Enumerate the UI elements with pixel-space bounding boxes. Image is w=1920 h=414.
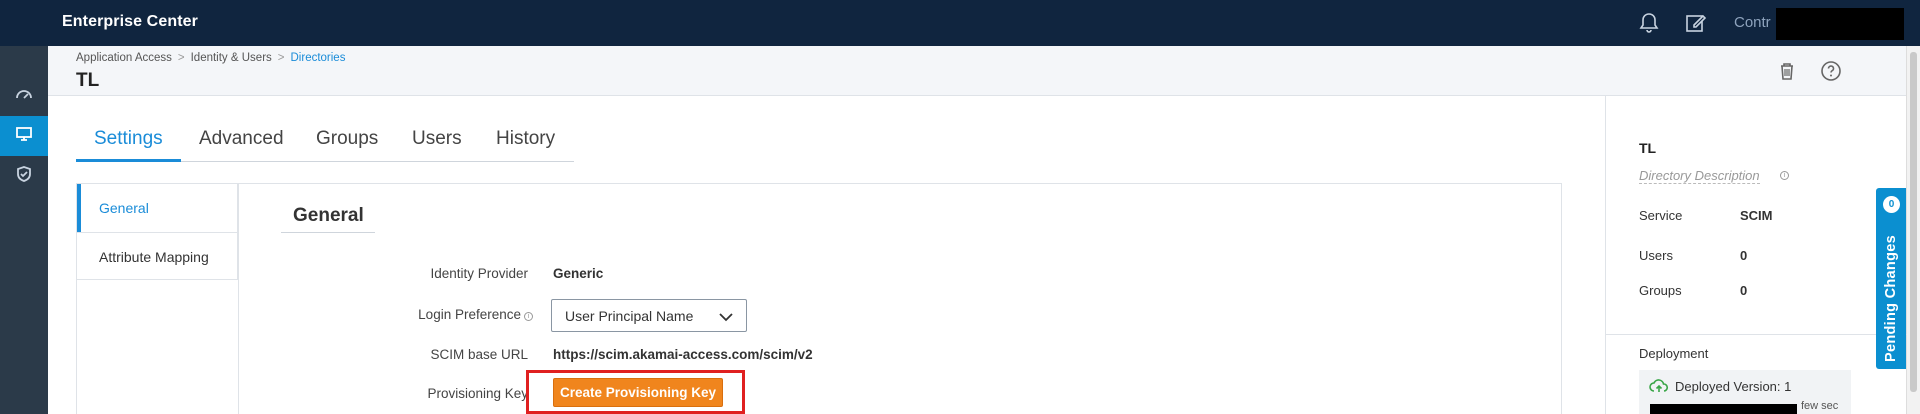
directory-description-field[interactable]: Directory Description — [1639, 168, 1760, 184]
service-value: SCIM — [1740, 208, 1773, 223]
pending-changes-count: 0 — [1883, 196, 1900, 213]
left-rail — [0, 46, 48, 414]
tab-groups[interactable]: Groups — [316, 128, 378, 150]
page-title: TL — [76, 70, 100, 91]
settings-card: General Attribute Mapping General Identi… — [76, 183, 1562, 414]
users-value: 0 — [1740, 248, 1748, 263]
panel-divider — [1606, 334, 1907, 335]
deployed-time: few sec — [1801, 400, 1839, 412]
info-icon[interactable]: i — [524, 312, 533, 321]
cloud-upload-icon — [1649, 378, 1669, 394]
identity-provider-label: Identity Provider — [430, 266, 528, 281]
dashboard-icon — [15, 85, 33, 108]
redacted-user-name — [1776, 8, 1904, 40]
tab-bar: Settings Advanced Groups Users History — [76, 128, 574, 162]
top-navigation-bar: Enterprise Center Contr — [0, 0, 1920, 46]
redacted-deployment-info — [1650, 404, 1797, 414]
deployment-title: Deployment — [1639, 346, 1709, 361]
login-preference-label-text: Login Preference — [418, 307, 521, 322]
provisioning-key-label: Provisioning Key — [427, 386, 528, 401]
tab-settings[interactable]: Settings — [94, 128, 163, 150]
groups-value: 0 — [1740, 283, 1748, 298]
subnav-general[interactable]: General — [77, 184, 237, 232]
pending-changes-label: Pending Changes — [1883, 235, 1899, 362]
help-icon[interactable] — [1818, 58, 1844, 84]
breadcrumb-identity-users[interactable]: Identity & Users — [191, 52, 272, 64]
app-title[interactable]: Enterprise Center — [62, 13, 198, 31]
scim-base-url-value[interactable]: https://scim.akamai-access.com/scim/v2 — [553, 347, 813, 362]
annotation-highlight-box — [526, 370, 745, 414]
user-menu[interactable]: Contr — [1734, 14, 1771, 31]
login-preference-select[interactable]: User Principal Name — [551, 299, 747, 332]
shield-check-icon — [15, 165, 33, 188]
bell-icon[interactable] — [1636, 10, 1662, 36]
settings-subnav: General Attribute Mapping — [77, 184, 238, 280]
directory-name: TL — [1639, 140, 1657, 156]
page-header: Application Access > Identity & Users > Dire… — [48, 46, 1906, 96]
identity-provider-value: Generic — [553, 266, 604, 281]
chevron-down-icon — [718, 310, 734, 322]
users-label: Users — [1639, 248, 1673, 263]
service-label: Service — [1639, 208, 1683, 223]
section-title-underline — [281, 232, 375, 233]
breadcrumb: Application Access > Identity & Users > Dire… — [76, 52, 346, 64]
section-title: General — [293, 205, 364, 226]
tab-users[interactable]: Users — [412, 128, 462, 150]
pending-changes-tab[interactable]: 0 Pending Changes — [1876, 188, 1906, 369]
tab-advanced[interactable]: Advanced — [199, 128, 284, 150]
subnav-attribute-mapping[interactable]: Attribute Mapping — [77, 232, 237, 280]
rail-applications[interactable] — [0, 116, 48, 156]
edit-icon[interactable] — [1683, 10, 1709, 36]
scrollbar-thumb[interactable] — [1910, 52, 1917, 392]
deployed-version: Deployed Version: 1 — [1675, 379, 1792, 394]
vertical-scrollbar[interactable] — [1906, 46, 1920, 414]
login-preference-value: User Principal Name — [565, 308, 694, 324]
trash-icon[interactable] — [1774, 58, 1800, 84]
directory-summary-panel: TL Directory Description i Service SCIM … — [1605, 96, 1907, 414]
active-tab-indicator — [76, 159, 181, 162]
breadcrumb-directories[interactable]: Directories — [291, 52, 346, 64]
rail-dashboard[interactable] — [0, 76, 48, 116]
subnav-divider — [238, 184, 239, 414]
monitor-icon — [15, 125, 33, 148]
rail-security[interactable] — [0, 156, 48, 196]
tab-history[interactable]: History — [496, 128, 555, 150]
login-preference-label: Login Preference i — [418, 307, 533, 322]
scim-base-url-label: SCIM base URL — [430, 347, 528, 362]
breadcrumb-application-access[interactable]: Application Access — [76, 52, 172, 64]
groups-label: Groups — [1639, 283, 1682, 298]
info-icon[interactable]: i — [1780, 171, 1789, 180]
